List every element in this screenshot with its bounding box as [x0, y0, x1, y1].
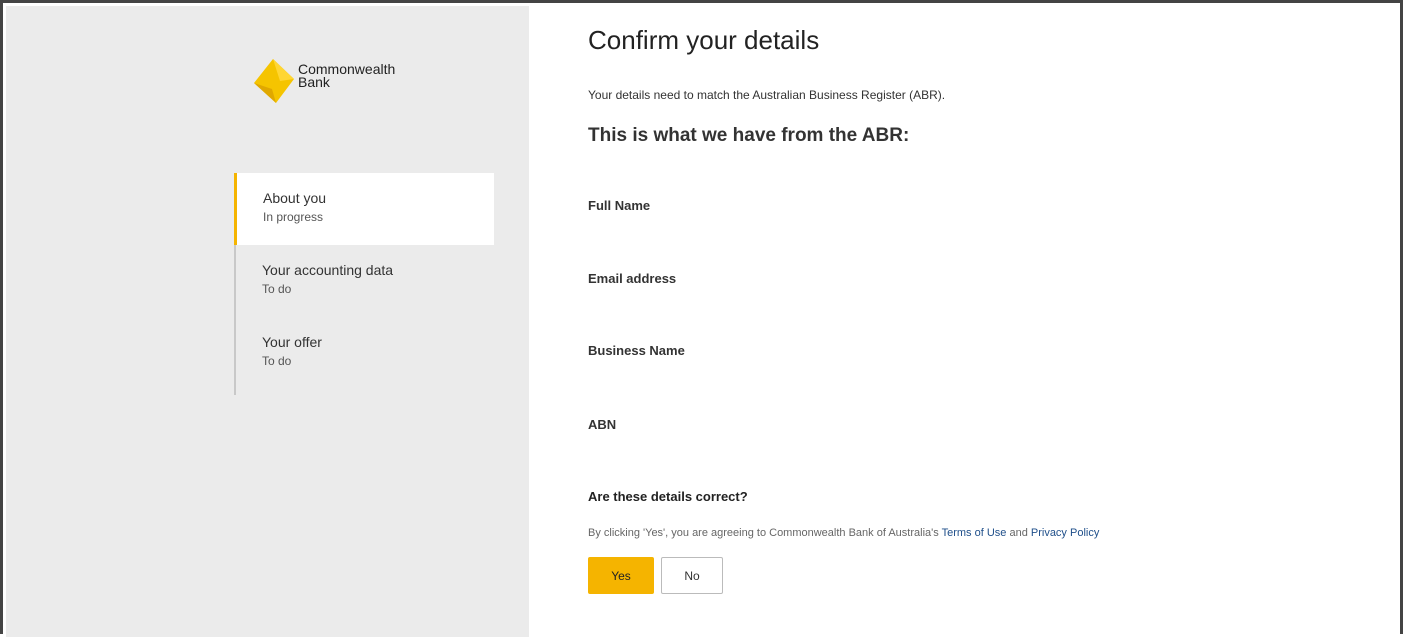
progress-steps: About you In progress Your accounting da…	[234, 173, 496, 395]
step-accounting-data[interactable]: Your accounting data To do	[236, 245, 496, 317]
business-name-label: Business Name	[588, 343, 685, 358]
no-button[interactable]: No	[661, 557, 723, 594]
step-status: To do	[262, 354, 292, 368]
consent-text: By clicking 'Yes', you are agreeing to C…	[588, 527, 1099, 539]
step-title: About you	[263, 190, 327, 206]
step-status: To do	[262, 282, 292, 296]
step-about-you[interactable]: About you In progress	[234, 173, 494, 245]
step-title: Your accounting data	[262, 262, 394, 278]
confirm-question: Are these details correct?	[588, 489, 748, 504]
page-frame: Commonwealth Bank About you In progress …	[0, 0, 1403, 637]
intro-text: Your details need to match the Australia…	[588, 88, 946, 102]
page-title: Confirm your details	[588, 25, 820, 55]
sidebar: Commonwealth Bank About you In progress …	[6, 6, 529, 637]
consent-middle: and	[1006, 527, 1031, 539]
step-status: In progress	[263, 210, 324, 224]
privacy-policy-link[interactable]: Privacy Policy	[1031, 527, 1099, 539]
bank-name-line2: Bank	[298, 74, 330, 90]
abr-subheading: This is what we have from the ABR:	[588, 125, 910, 146]
step-your-offer[interactable]: Your offer To do	[236, 317, 496, 389]
bank-logo: Commonwealth Bank	[252, 59, 395, 103]
diamond-logo-icon	[254, 59, 294, 103]
email-address-label: Email address	[588, 271, 677, 286]
yes-button[interactable]: Yes	[588, 557, 654, 594]
consent-prefix: By clicking 'Yes', you are agreeing to C…	[588, 527, 942, 539]
full-name-label: Full Name	[588, 198, 651, 213]
abn-label: ABN	[588, 417, 617, 432]
bank-name: Commonwealth Bank	[298, 62, 395, 90]
terms-of-use-link[interactable]: Terms of Use	[942, 527, 1007, 539]
step-title: Your offer	[262, 334, 322, 350]
